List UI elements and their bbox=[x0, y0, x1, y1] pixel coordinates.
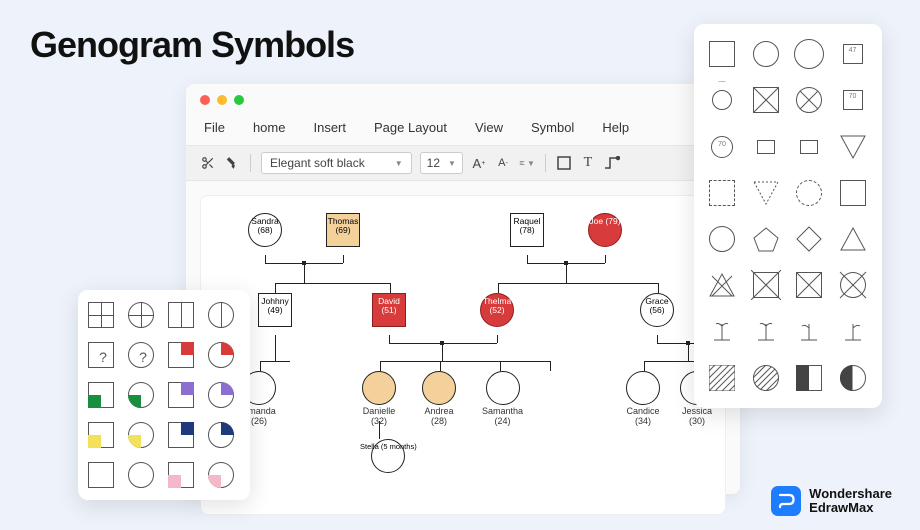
symbol-up-triangle[interactable] bbox=[837, 223, 869, 255]
symbol-plain-square[interactable] bbox=[88, 462, 118, 492]
connector-tool-icon[interactable] bbox=[604, 155, 620, 171]
symbol-cross-circle[interactable] bbox=[128, 302, 158, 332]
font-size-select[interactable]: 12 ▼ bbox=[420, 152, 463, 174]
menu-view[interactable]: View bbox=[475, 120, 503, 135]
symbol-plant-b[interactable] bbox=[750, 316, 782, 348]
symbol-split-square[interactable] bbox=[168, 302, 198, 332]
symbol-pentagon[interactable] bbox=[750, 223, 782, 255]
symbol-unknown-circle[interactable]: ? bbox=[128, 342, 158, 372]
brand-logo: Wondershare EdrawMax bbox=[771, 486, 892, 516]
close-window-button[interactable] bbox=[200, 95, 210, 105]
symbol-green-corner-square[interactable] bbox=[88, 382, 118, 412]
minimize-window-button[interactable] bbox=[217, 95, 227, 105]
symbol-yellow-corner-circle[interactable] bbox=[128, 422, 158, 452]
align-icon[interactable]: ▼ bbox=[519, 155, 535, 171]
symbol-age-box-47[interactable]: 47 bbox=[837, 38, 869, 70]
menu-page-layout[interactable]: Page Layout bbox=[374, 120, 447, 135]
symbol-plant-a[interactable] bbox=[706, 316, 738, 348]
symbol-x-circle-2[interactable] bbox=[837, 269, 869, 301]
left-symbol-palette: ? ? bbox=[78, 290, 250, 500]
menu-insert[interactable]: Insert bbox=[313, 120, 346, 135]
decrease-font-icon[interactable]: A- bbox=[495, 155, 511, 171]
menu-file[interactable]: File bbox=[204, 120, 225, 135]
symbol-square-outline[interactable] bbox=[837, 177, 869, 209]
symbol-plant-c[interactable] bbox=[793, 316, 825, 348]
symbol-age-circle-70[interactable]: 70 bbox=[706, 131, 738, 163]
chevron-down-icon: ▼ bbox=[395, 159, 403, 168]
symbol-navy-corner-circle[interactable] bbox=[208, 422, 238, 452]
node-andrea[interactable]: Andrea(28) bbox=[422, 371, 456, 427]
symbol-red-corner-square[interactable] bbox=[168, 342, 198, 372]
menu-home[interactable]: home bbox=[253, 120, 286, 135]
symbol-plain-circle[interactable] bbox=[128, 462, 158, 492]
symbol-hatched-square[interactable] bbox=[706, 362, 738, 394]
symbol-tiny-label-box-b[interactable] bbox=[793, 131, 825, 163]
toolbar: Elegant soft black ▼ 12 ▼ A+ A- ▼ T bbox=[186, 145, 740, 181]
chevron-down-icon: ▼ bbox=[527, 159, 535, 168]
menu-help[interactable]: Help bbox=[602, 120, 629, 135]
symbol-hatched-circle[interactable] bbox=[750, 362, 782, 394]
node-danielle[interactable]: Danielle(32) bbox=[362, 371, 396, 427]
symbol-dashed-circle[interactable] bbox=[793, 177, 825, 209]
symbol-red-corner-circle[interactable] bbox=[208, 342, 238, 372]
font-name: Elegant soft black bbox=[270, 156, 365, 170]
font-select[interactable]: Elegant soft black ▼ bbox=[261, 152, 412, 174]
symbol-dashed-square[interactable] bbox=[706, 177, 738, 209]
chevron-down-icon: ▼ bbox=[448, 159, 456, 168]
cut-icon[interactable] bbox=[200, 155, 216, 171]
symbol-large-circle[interactable] bbox=[793, 38, 825, 70]
node-candice[interactable]: Candice(34) bbox=[626, 371, 660, 427]
edrawmax-icon bbox=[771, 486, 801, 516]
node-joe[interactable]: Joe (79) bbox=[588, 213, 622, 256]
symbol-x-triangle[interactable] bbox=[706, 269, 738, 301]
toolbar-separator bbox=[545, 154, 546, 172]
symbol-male-square[interactable] bbox=[706, 38, 738, 70]
toolbar-separator bbox=[250, 154, 251, 172]
symbol-pink-corner-square[interactable] bbox=[168, 462, 198, 492]
symbol-x-square[interactable] bbox=[750, 84, 782, 116]
symbol-green-corner-circle[interactable] bbox=[128, 382, 158, 412]
node-stella[interactable]: Stella (5 months) bbox=[360, 439, 417, 481]
symbol-x-square-2[interactable] bbox=[793, 269, 825, 301]
app-window: File home Insert Page Layout View Symbol… bbox=[186, 84, 740, 494]
symbol-split-circle[interactable] bbox=[208, 302, 238, 332]
symbol-half-filled-square[interactable] bbox=[793, 362, 825, 394]
symbol-female-circle[interactable] bbox=[750, 38, 782, 70]
symbol-tiny-label-box-a[interactable] bbox=[750, 131, 782, 163]
node-samantha[interactable]: Samantha(24) bbox=[482, 371, 523, 427]
maximize-window-button[interactable] bbox=[234, 95, 244, 105]
symbol-diamond[interactable] bbox=[793, 223, 825, 255]
symbol-half-filled-circle[interactable] bbox=[837, 362, 869, 394]
diagram-canvas[interactable]: Sandra(68) Thomas(69) Raquel(78) Joe (79… bbox=[200, 195, 726, 515]
symbol-small-circle-label[interactable]: — bbox=[706, 84, 738, 116]
symbol-down-triangle[interactable] bbox=[837, 131, 869, 163]
page-title: Genogram Symbols bbox=[30, 24, 354, 66]
symbol-purple-corner-circle[interactable] bbox=[208, 382, 238, 412]
brand-text: Wondershare EdrawMax bbox=[809, 487, 892, 516]
symbol-pink-corner-circle[interactable] bbox=[208, 462, 238, 492]
symbol-navy-corner-square[interactable] bbox=[168, 422, 198, 452]
symbol-dashed-down-triangle[interactable] bbox=[750, 177, 782, 209]
text-tool-icon[interactable]: T bbox=[580, 155, 596, 171]
symbol-unknown-square[interactable]: ? bbox=[88, 342, 118, 372]
symbol-x-circle[interactable] bbox=[793, 84, 825, 116]
shape-tool-icon[interactable] bbox=[556, 155, 572, 171]
symbol-circle-outline[interactable] bbox=[706, 223, 738, 255]
symbol-plant-d[interactable] bbox=[837, 316, 869, 348]
format-painter-icon[interactable] bbox=[224, 155, 240, 171]
symbol-grid-square[interactable] bbox=[88, 302, 118, 332]
symbol-age-box-70[interactable]: 70 bbox=[837, 84, 869, 116]
symbol-yellow-corner-square[interactable] bbox=[88, 422, 118, 452]
font-size-value: 12 bbox=[427, 156, 440, 170]
menubar: File home Insert Page Layout View Symbol… bbox=[186, 116, 740, 145]
increase-font-icon[interactable]: A+ bbox=[471, 155, 487, 171]
right-symbol-palette: 47 — 70 70 bbox=[694, 24, 882, 408]
symbol-purple-corner-square[interactable] bbox=[168, 382, 198, 412]
window-controls bbox=[186, 84, 740, 116]
menu-symbol[interactable]: Symbol bbox=[531, 120, 574, 135]
symbol-deceased-square[interactable] bbox=[750, 269, 782, 301]
